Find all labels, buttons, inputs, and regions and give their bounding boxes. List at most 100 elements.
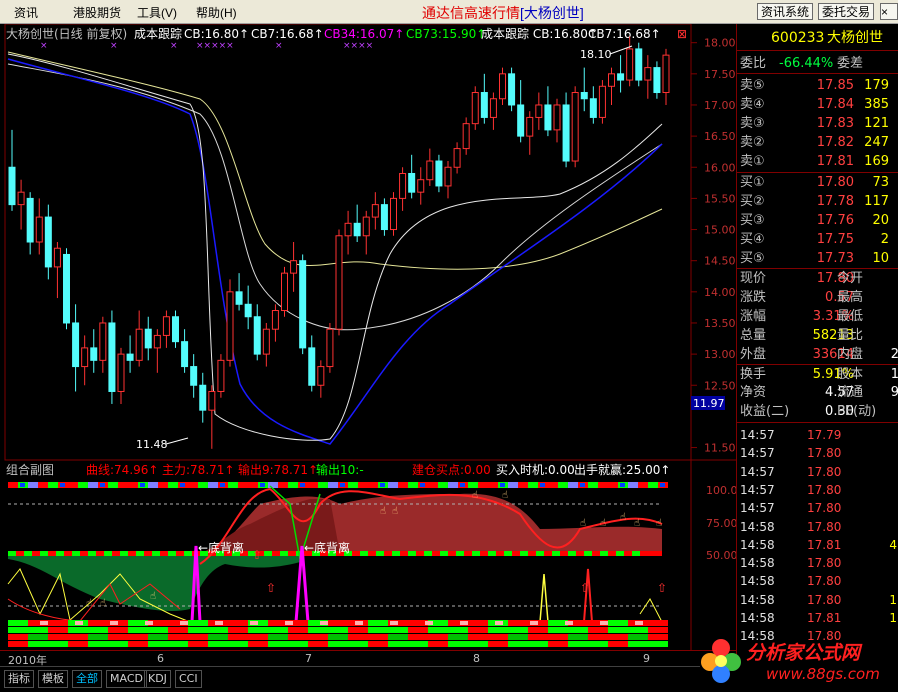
sell-order-row[interactable]: 卖① 17.81 169 <box>737 152 898 171</box>
candle-body <box>335 235 343 330</box>
tick-price: 17.80 <box>807 501 842 516</box>
buy-order-row[interactable]: 买④ 17.75 2 <box>737 230 898 249</box>
candle-body <box>526 116 534 137</box>
candle-body <box>244 303 252 318</box>
stat-label: 收益(二) <box>740 404 790 419</box>
candle-body <box>326 328 334 368</box>
price-tick-label: 16.50 <box>704 130 736 143</box>
candle-body <box>662 54 670 94</box>
candle-body <box>453 148 461 168</box>
sell-order-row[interactable]: 卖④ 17.84 385 <box>737 95 898 114</box>
candle-body <box>90 347 98 361</box>
info-system-button[interactable]: 资讯系统 <box>757 3 814 20</box>
tick-volume: 1 <box>889 592 897 607</box>
tick-row: 14:58 17.80 <box>737 518 898 536</box>
tick-time: 14:58 <box>740 556 775 571</box>
divergence-label: ←底背离 <box>304 540 350 555</box>
candle-body <box>435 160 443 187</box>
order-price: 17.84 <box>816 97 854 112</box>
stat-label-2: 内盘 <box>837 347 864 362</box>
tick-row: 14:58 17.80 <box>737 572 898 590</box>
tick-time: 14:57 <box>740 482 775 497</box>
sell-order-row[interactable]: 卖⑤ 17.85 179 <box>737 76 898 95</box>
order-level-label: 卖④ <box>740 97 765 112</box>
candle-body <box>253 316 261 355</box>
price-tick-label: 18.00 <box>704 37 736 50</box>
candle-body <box>308 347 316 386</box>
candle-body <box>471 92 479 125</box>
tab-indicator[interactable]: 指标 <box>4 670 34 688</box>
candle-body <box>162 316 170 336</box>
buy-order-row[interactable]: 买③ 17.76 20 <box>737 211 898 230</box>
sell-order-row[interactable]: 卖② 17.82 247 <box>737 133 898 152</box>
stat-label: 涨跌 <box>740 290 767 305</box>
candle-body <box>108 322 116 392</box>
candle-body <box>63 253 70 324</box>
price-tick-label: 11.50 <box>704 442 736 455</box>
menu-item-tools[interactable]: 工具(V) <box>137 4 177 21</box>
sub-header-item: 输出9:78.71↑ <box>238 462 318 477</box>
quote-stat-row: 涨幅 3.31% 最低 <box>737 307 898 326</box>
close-chart-icon[interactable]: ⊠ <box>677 27 687 41</box>
candle-body <box>144 328 152 349</box>
close-icon[interactable]: × <box>880 3 898 20</box>
tick-time: 14:57 <box>740 464 775 479</box>
order-volume: 20 <box>872 213 889 228</box>
header-item: CB:16.80↑ <box>184 27 249 41</box>
tick-row: 14:57 17.80 <box>737 463 898 481</box>
header-item: CB34:16.07↑ <box>324 27 404 41</box>
tick-row: 14:57 17.80 <box>737 444 898 462</box>
tab-macd[interactable]: MACD <box>106 670 147 688</box>
tab-cci[interactable]: CCI <box>175 670 202 688</box>
weibi-value: -66.44% <box>779 56 834 71</box>
menu-item-info[interactable]: 资讯 <box>14 4 38 21</box>
menu-item-help[interactable]: 帮助(H) <box>196 4 237 21</box>
sub-axis-tick: 75.00 <box>706 517 736 530</box>
kline-chart[interactable]: 大杨创世(日线 前复权) 成本跟踪 CB:16.80↑ CB7:16.68↑ C… <box>0 24 736 650</box>
candle-body <box>199 384 207 411</box>
tab-all[interactable]: 全部 <box>72 670 102 688</box>
order-level-label: 卖⑤ <box>740 78 765 93</box>
order-volume: 121 <box>864 116 889 131</box>
stat-label: 净资 <box>740 385 767 400</box>
svg-text:☝: ☝ <box>392 506 398 517</box>
tick-time: 14:58 <box>740 519 775 534</box>
svg-text:×: × <box>110 41 118 51</box>
sell-order-row[interactable]: 卖③ 17.83 121 <box>737 114 898 133</box>
buy-order-row[interactable]: 买⑤ 17.73 10 <box>737 249 898 268</box>
candle-body <box>126 353 134 361</box>
buy-order-row[interactable]: 买① 17.80 73 <box>737 173 898 192</box>
svg-text:×: × <box>170 41 178 51</box>
order-level-label: 买③ <box>740 213 765 228</box>
header-item: CB7:16.68↑ <box>588 27 661 41</box>
tick-price: 17.80 <box>807 519 842 534</box>
stock-code: 600233 <box>771 30 825 46</box>
order-level-label: 买① <box>740 175 765 190</box>
candle-body <box>290 260 298 274</box>
candle-body <box>317 366 325 386</box>
header-item: 成本跟踪 CB:16.80↑ <box>481 27 598 41</box>
menu-item-hk-futures[interactable]: 港股期货 <box>73 4 121 21</box>
trade-button[interactable]: 委托交易 <box>818 3 875 20</box>
tab-kdj[interactable]: KDJ <box>144 670 171 688</box>
weicha-label: 委差 <box>837 56 864 71</box>
tick-row: 14:58 17.80 1 <box>737 591 898 609</box>
date-axis: 2010年 6 7 8 9 <box>0 650 736 667</box>
svg-text:☝: ☝ <box>380 506 386 517</box>
buy-order-row[interactable]: 买② 17.78 117 <box>737 192 898 211</box>
watermark-text: 分析家公式网 <box>746 642 861 664</box>
tick-price: 17.80 <box>807 464 842 479</box>
candle-body <box>444 166 452 187</box>
order-volume: 169 <box>864 154 889 169</box>
order-price: 17.80 <box>816 175 854 190</box>
svg-text:☝: ☝ <box>634 518 640 529</box>
tick-time: 14:58 <box>740 574 775 589</box>
tab-template[interactable]: 模板 <box>38 670 68 688</box>
header-item: CB73:15.90↑ <box>406 27 486 41</box>
order-price: 17.75 <box>816 232 854 247</box>
candle-body <box>362 216 370 237</box>
quote-stat-row: 净资 4.57 流通 9 <box>737 383 898 402</box>
tick-time: 14:57 <box>740 428 775 442</box>
stat-label-2: 最低 <box>837 309 864 324</box>
candle-body <box>417 179 425 193</box>
